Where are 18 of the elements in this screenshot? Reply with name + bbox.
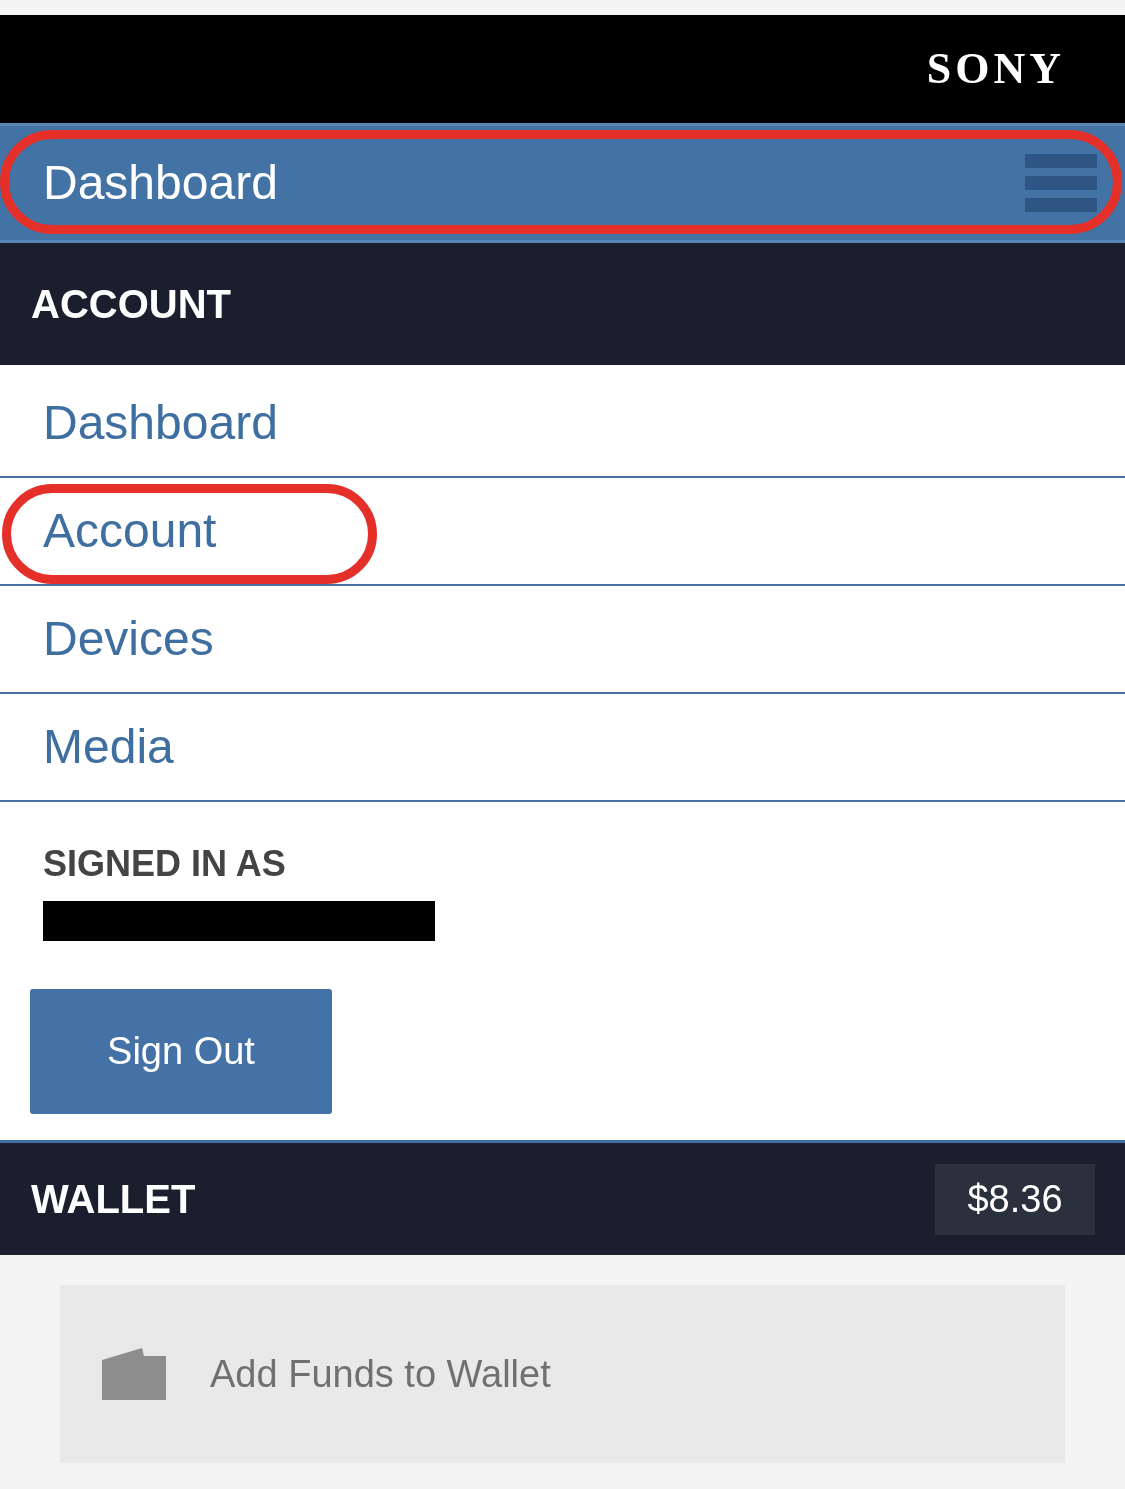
section-title: WALLET xyxy=(31,1176,197,1223)
menu-item-label: Devices xyxy=(43,611,214,667)
add-funds-label: Add Funds to Wallet xyxy=(210,1351,551,1397)
menu-icon[interactable] xyxy=(1025,154,1097,212)
menu-item-label: Account xyxy=(43,503,217,559)
nav-title: Dashboard xyxy=(43,155,279,211)
sign-out-button[interactable]: Sign Out xyxy=(30,989,332,1114)
menu-item-label: Dashboard xyxy=(43,395,278,451)
wallet-balance: $8.36 xyxy=(935,1163,1095,1235)
menu-item[interactable]: Dashboard xyxy=(0,370,1125,478)
section-title: ACCOUNT xyxy=(31,281,231,328)
signed-in-label: SIGNED IN AS xyxy=(43,844,287,884)
menu-item[interactable]: Devices xyxy=(0,586,1125,694)
add-funds-item[interactable]: Add Funds to Wallet xyxy=(60,1285,1065,1463)
menu-item-label: Media xyxy=(43,719,174,775)
menu-item[interactable]: Account xyxy=(0,478,1125,586)
wallet-icon xyxy=(102,1348,166,1400)
brand-logo: SONY xyxy=(926,43,1065,95)
